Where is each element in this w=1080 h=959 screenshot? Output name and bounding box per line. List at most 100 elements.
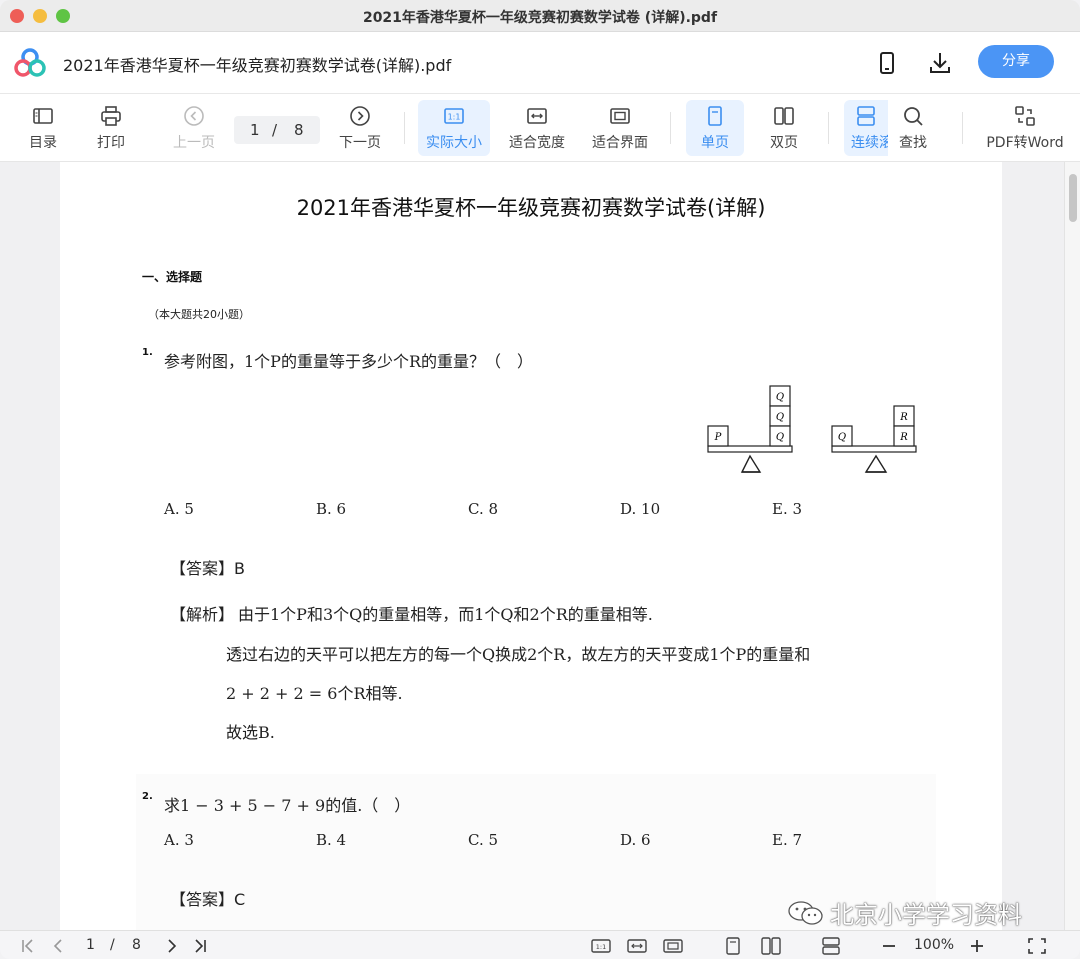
pdf-to-word-label: PDF转Word [986, 135, 1064, 151]
find-label: 查找 [899, 135, 927, 151]
answer-line: 【答案】C [170, 890, 246, 909]
explanation-line: 2 + 2 + 2 = 6个R相等. [226, 684, 403, 703]
bottom-bar: 1 / 8 1:1 100% [0, 930, 1080, 959]
continuous-scroll-label: 连续滚 [851, 135, 888, 151]
continuous-scroll-icon[interactable] [820, 936, 842, 956]
fit-width-icon[interactable] [626, 936, 648, 956]
page-separator: / [272, 121, 278, 139]
figure-label-q: Q [838, 432, 846, 443]
convert-icon [1015, 106, 1035, 126]
svg-text:1:1: 1:1 [448, 113, 461, 122]
find-button[interactable]: 查找 [888, 100, 938, 156]
figure-label-q: Q [776, 432, 784, 443]
actual-size-label: 实际大小 [426, 135, 482, 151]
single-page-button[interactable]: 单页 [686, 100, 744, 156]
download-icon[interactable] [927, 50, 953, 76]
toc-button[interactable]: 目录 [18, 100, 68, 156]
page-number-input[interactable]: 1 / 8 [234, 116, 320, 144]
option-e: E. 3 [772, 500, 803, 518]
figure-label-p: P [714, 432, 722, 443]
fit-page-button[interactable]: 适合界面 [588, 100, 652, 156]
next-page-label: 下一页 [339, 135, 381, 151]
section-heading: 一、选择题 [142, 270, 203, 284]
wechat-icon [788, 901, 823, 925]
double-page-icon[interactable] [760, 936, 782, 956]
document-title: 2021年香港华夏杯一年级竞赛初赛数学试卷(详解).pdf [63, 56, 452, 75]
chevron-right-circle-icon [350, 106, 370, 126]
toolbar-divider [828, 112, 829, 144]
prev-page-icon[interactable] [48, 936, 68, 956]
title-bar: 2021年香港华夏杯一年级竞赛初赛数学试卷 (详解).pdf [0, 0, 1080, 32]
watermark-text: 北京小学学习资料 [830, 901, 1022, 929]
prev-page-button[interactable]: 上一页 [166, 100, 222, 156]
option-c: C. 5 [468, 831, 499, 849]
explanation-line: 透过右边的天平可以把左方的每一个Q换成2个R，故左方的天平变成1个P的重量和 [226, 645, 811, 664]
toc-label: 目录 [29, 135, 57, 151]
fullscreen-icon[interactable] [1026, 936, 1048, 956]
prev-page-label: 上一页 [173, 135, 215, 151]
actual-size-button[interactable]: 1:1 实际大小 [418, 100, 490, 156]
zoom-out-icon[interactable] [878, 936, 900, 956]
explanation-line: 故选B. [226, 723, 275, 742]
actual-size-icon: 1:1 [444, 108, 464, 124]
next-page-button[interactable]: 下一页 [332, 100, 388, 156]
figure-label-r: R [899, 432, 908, 443]
option-b: B. 6 [316, 500, 347, 518]
fit-page-icon [610, 108, 630, 124]
app-header: 2021年香港华夏杯一年级竞赛初赛数学试卷(详解).pdf 分享 [0, 32, 1080, 94]
next-page-icon[interactable] [162, 936, 182, 956]
bottom-page-total: 8 [132, 937, 141, 953]
bottom-page-current[interactable]: 1 [86, 937, 95, 953]
question-number: 1. [142, 347, 153, 358]
explanation-line: 由于1个P和3个Q的重量相等，而1个Q和2个R的重量相等. [238, 605, 653, 624]
search-icon [904, 107, 923, 126]
continuous-scroll-button[interactable]: 连续滚 [844, 100, 888, 156]
fit-page-icon[interactable] [662, 936, 684, 956]
question-text: 求1 − 3 + 5 − 7 + 9的值.（ ） [164, 796, 411, 815]
vertical-scrollbar[interactable] [1064, 162, 1080, 930]
app-logo-icon [14, 48, 46, 77]
figure-label-q: Q [776, 392, 784, 403]
print-button[interactable]: 打印 [86, 100, 136, 156]
last-page-icon[interactable] [190, 936, 210, 956]
document-viewer[interactable]: 2021年香港华夏杯一年级竞赛初赛数学试卷(详解) 一、选择题 （本大题共20小… [0, 162, 1080, 930]
actual-size-icon[interactable]: 1:1 [590, 936, 612, 956]
answer-line: 【答案】B [170, 559, 245, 578]
option-a: A. 3 [164, 831, 194, 849]
single-page-label: 单页 [701, 135, 729, 151]
bottom-page-separator: / [110, 937, 115, 953]
single-page-icon[interactable] [722, 936, 744, 956]
option-e: E. 7 [772, 831, 803, 849]
question-text: 参考附图，1个P的重量等于多少个R的重量？（ ） [164, 352, 533, 371]
pdf-to-word-button[interactable]: PDF转Word [980, 100, 1070, 156]
figure-label-q: Q [776, 412, 784, 423]
page-title: 2021年香港华夏杯一年级竞赛初赛数学试卷(详解) [296, 196, 766, 220]
toolbar: 目录 打印 上一页 1 / 8 下一页 1:1 实际大小 适合宽度 适合界面 单… [0, 94, 1080, 162]
fit-page-label: 适合界面 [592, 135, 648, 151]
double-page-button[interactable]: 双页 [756, 100, 812, 156]
option-d: D. 6 [620, 831, 651, 849]
page-total: 8 [294, 121, 304, 139]
double-page-label: 双页 [770, 135, 798, 151]
scrollbar-thumb[interactable] [1069, 174, 1077, 222]
zoom-in-icon[interactable] [966, 936, 988, 956]
phone-icon[interactable] [874, 50, 900, 76]
single-page-icon [708, 106, 722, 126]
window-title: 2021年香港华夏杯一年级竞赛初赛数学试卷 (详解).pdf [362, 10, 718, 26]
toolbar-divider [670, 112, 671, 144]
fit-width-label: 适合宽度 [509, 135, 565, 151]
toolbar-divider [962, 112, 963, 144]
share-button[interactable]: 分享 [978, 45, 1054, 78]
svg-text:1:1: 1:1 [596, 943, 606, 951]
fit-width-button[interactable]: 适合宽度 [504, 100, 570, 156]
pdf-page: 2021年香港华夏杯一年级竞赛初赛数学试卷(详解) 一、选择题 （本大题共20小… [60, 162, 1002, 930]
sidebar-icon [33, 108, 53, 124]
option-b: B. 4 [316, 831, 347, 849]
toolbar-divider [404, 112, 405, 144]
option-a: A. 5 [164, 500, 194, 518]
balance-scale-figure: P Q Q Q Q R R [707, 385, 917, 473]
chevron-left-circle-icon [184, 106, 204, 126]
zoom-level[interactable]: 100% [914, 937, 954, 953]
fit-width-icon [527, 108, 547, 124]
first-page-icon[interactable] [18, 936, 38, 956]
